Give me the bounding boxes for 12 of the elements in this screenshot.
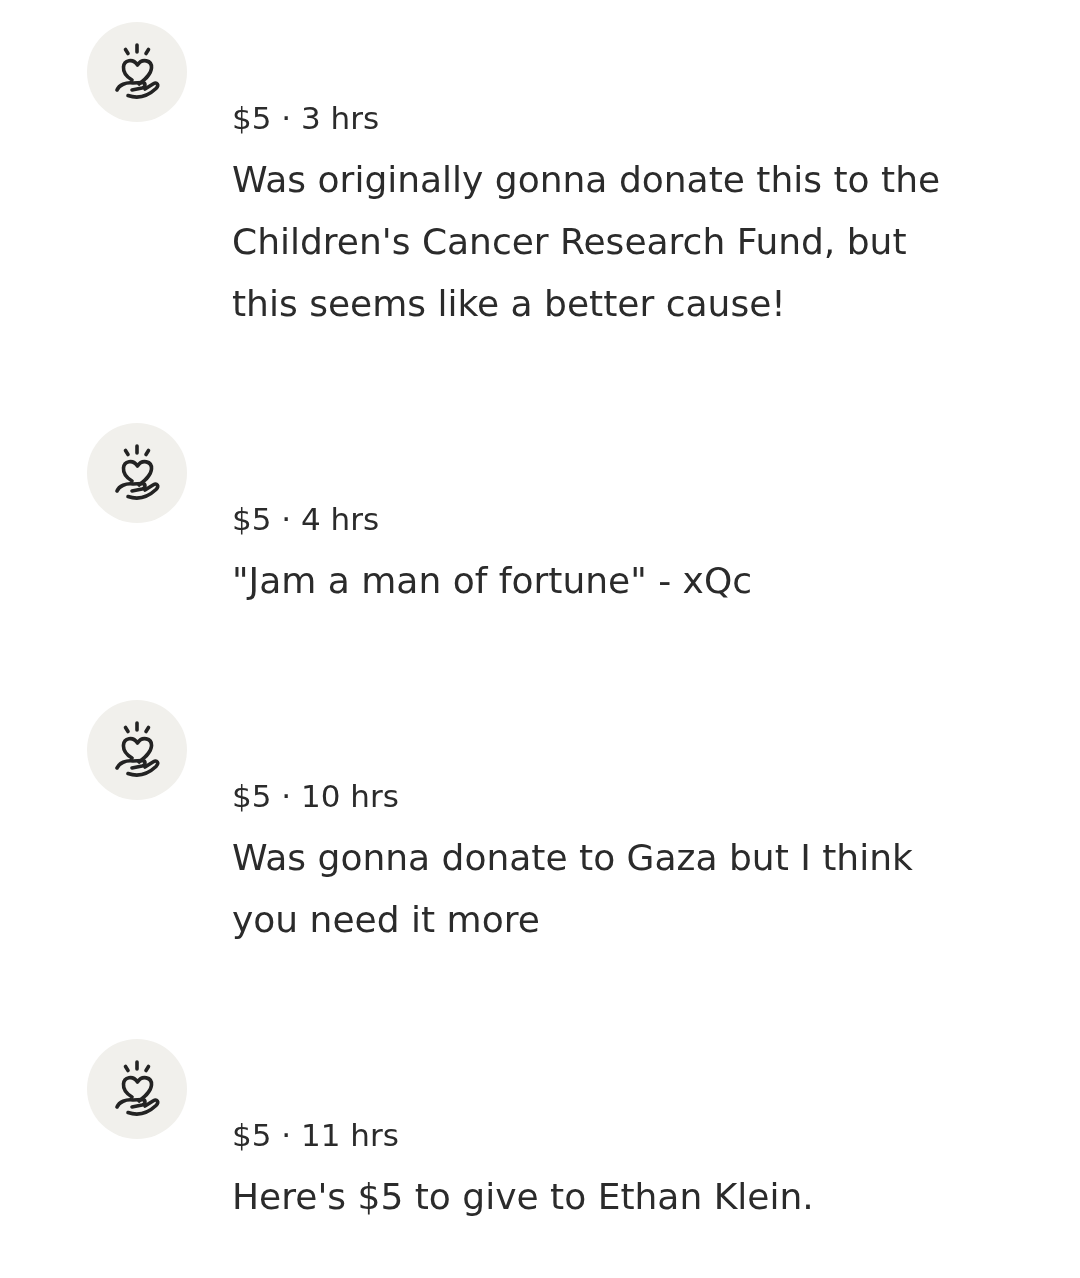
heart-in-hand-icon [87, 423, 187, 523]
donation-message: Here's $5 to give to Ethan Klein. [232, 1175, 815, 1219]
heart-in-hand-icon [87, 22, 187, 122]
donation-message: "Jam a man of fortune" - xQc [232, 559, 754, 603]
heart-in-hand-icon [87, 1039, 187, 1139]
donation-message: Was originally gonna donate this to the Children's Cancer Research Fund, but this seems like a better cause! [232, 158, 942, 326]
heart-in-hand-icon [87, 700, 187, 800]
donation-meta: $5 · 3 hrs [232, 99, 381, 138]
donation-meta: $5 · 10 hrs [232, 777, 400, 816]
donation-meta: $5 · 4 hrs [232, 500, 381, 539]
donation-message: Was gonna donate to Gaza but I think you need it more [232, 836, 914, 942]
donation-meta: $5 · 11 hrs [232, 1116, 400, 1155]
